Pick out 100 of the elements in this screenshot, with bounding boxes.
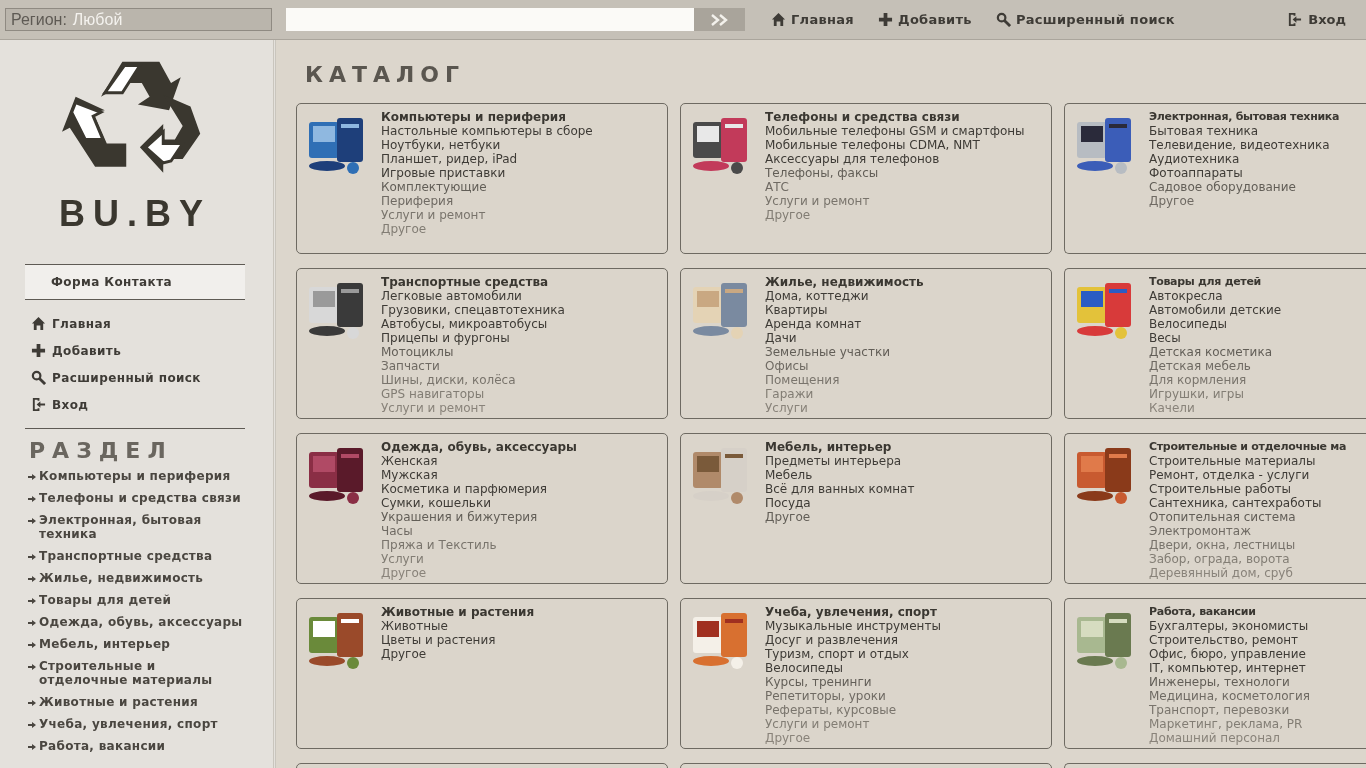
login-link[interactable]: Вход — [1287, 9, 1346, 30]
subcategory-link[interactable]: Велосипеды — [1149, 317, 1282, 331]
section-link[interactable]: Учеба, увлечения, спорт — [25, 717, 245, 731]
section-link[interactable]: Телефоны и средства связи — [25, 491, 245, 505]
subcategory-link[interactable]: Игровые приставки — [381, 166, 593, 180]
contact-form-button[interactable]: Форма Контакта — [25, 264, 245, 300]
section-link[interactable]: Товары для детей — [25, 593, 245, 607]
nav-link[interactable]: Расширенный поиск — [995, 9, 1175, 30]
subcategory-link[interactable]: Украшения и бижутерия — [381, 510, 577, 524]
category-title[interactable]: Товары для детей — [1149, 275, 1282, 289]
subcategory-link[interactable]: Периферия — [381, 194, 593, 208]
nav-link[interactable]: Главная — [771, 9, 854, 30]
category-title[interactable]: Мебель, интерьер — [765, 440, 915, 454]
subcategory-link[interactable]: Планшет, ридер, iPad — [381, 152, 593, 166]
category-title[interactable]: Одежда, обувь, аксессуары — [381, 440, 577, 454]
section-link[interactable]: Транспортные средства — [25, 549, 245, 563]
subcategory-link[interactable]: Бытовая техника — [1149, 124, 1340, 138]
section-link[interactable]: Электронная, бытовая техника — [25, 513, 245, 541]
subcategory-link[interactable]: Женская — [381, 454, 577, 468]
subcategory-link[interactable]: Инженеры, технологи — [1149, 675, 1310, 689]
subcategory-link[interactable]: Велосипеды — [765, 661, 941, 675]
subcategory-link[interactable]: Автомобили детские — [1149, 303, 1282, 317]
subcategory-link[interactable]: Мотоциклы — [381, 345, 565, 359]
subcategory-link[interactable]: Другое — [765, 510, 915, 524]
subcategory-link[interactable]: Дачи — [765, 331, 924, 345]
subcategory-link[interactable]: Музыкальные инструменты — [765, 619, 941, 633]
section-link[interactable]: Работа, вакансии — [25, 739, 245, 753]
section-link[interactable]: Одежда, обувь, аксессуары — [25, 615, 245, 629]
subcategory-link[interactable]: IT, компьютер, интернет — [1149, 661, 1310, 675]
category-title[interactable]: Транспортные средства — [381, 275, 565, 289]
subcategory-link[interactable]: Предметы интерьера — [765, 454, 915, 468]
category-title[interactable]: Электронная, бытовая техника — [1149, 110, 1340, 124]
subcategory-link[interactable]: Строительные работы — [1149, 482, 1347, 496]
subcategory-link[interactable]: Животные — [381, 619, 535, 633]
subcategory-link[interactable]: Сантехника, сантехработы — [1149, 496, 1347, 510]
subcategory-link[interactable]: Фотоаппараты — [1149, 166, 1340, 180]
subcategory-link[interactable]: Офис, бюро, управление — [1149, 647, 1310, 661]
subcategory-link[interactable]: Прицепы и фургоны — [381, 331, 565, 345]
subcategory-link[interactable]: Детская косметика — [1149, 345, 1282, 359]
subcategory-link[interactable]: Аксессуары для телефонов — [765, 152, 1025, 166]
subcategory-link[interactable]: Отопительная система — [1149, 510, 1347, 524]
subcategory-link[interactable]: АТС — [765, 180, 1025, 194]
subcategory-link[interactable]: Цветы и растения — [381, 633, 535, 647]
subcategory-link[interactable]: Другое — [381, 647, 535, 661]
subcategory-link[interactable]: Телевидение, видеотехника — [1149, 138, 1340, 152]
subcategory-link[interactable]: Квартиры — [765, 303, 924, 317]
subcategory-link[interactable]: Весы — [1149, 331, 1282, 345]
subcategory-link[interactable]: Легковые автомобили — [381, 289, 565, 303]
category-title[interactable]: Жилье, недвижимость — [765, 275, 924, 289]
subcategory-link[interactable]: Туризм, спорт и отдых — [765, 647, 941, 661]
subcategory-link[interactable]: Репетиторы, уроки — [765, 689, 941, 703]
search-button[interactable] — [694, 8, 745, 31]
section-link[interactable]: Жилье, недвижимость — [25, 571, 245, 585]
subcategory-link[interactable]: Настольные компьютеры в сборе — [381, 124, 593, 138]
nav-link[interactable]: Добавить — [878, 9, 972, 30]
subcategory-link[interactable]: Медицина, косметология — [1149, 689, 1310, 703]
subcategory-link[interactable]: Посуда — [765, 496, 915, 510]
subcategory-link[interactable]: Строительство, ремонт — [1149, 633, 1310, 647]
subcategory-link[interactable]: Земельные участки — [765, 345, 924, 359]
subcategory-link[interactable]: Другое — [1149, 194, 1340, 208]
sidebar-link[interactable]: Добавить — [25, 337, 245, 364]
section-link[interactable]: Компьютеры и периферия — [25, 469, 245, 483]
category-title[interactable]: Телефоны и средства связи — [765, 110, 1025, 124]
subcategory-link[interactable]: Грузовики, спецавтотехника — [381, 303, 565, 317]
subcategory-link[interactable]: Строительные материалы — [1149, 454, 1347, 468]
subcategory-link[interactable]: Аренда комнат — [765, 317, 924, 331]
subcategory-link[interactable]: Косметика и парфюмерия — [381, 482, 577, 496]
subcategory-link[interactable]: Досуг и развлечения — [765, 633, 941, 647]
category-title[interactable]: Строительные и отделочные ма — [1149, 440, 1347, 454]
subcategory-link[interactable]: Мобильные телефоны CDMA, NMT — [765, 138, 1025, 152]
subcategory-link[interactable]: Мобильные телефоны GSM и смартфоны — [765, 124, 1025, 138]
category-title[interactable]: Компьютеры и периферия — [381, 110, 593, 124]
subcategory-link[interactable]: Телефоны, факсы — [765, 166, 1025, 180]
sidebar-link[interactable]: Вход — [25, 391, 245, 418]
subcategory-link[interactable]: Курсы, тренинги — [765, 675, 941, 689]
sidebar-link[interactable]: Главная — [25, 310, 245, 337]
subcategory-link[interactable]: Автокресла — [1149, 289, 1282, 303]
subcategory-link[interactable]: Ноутбуки, нетбуки — [381, 138, 593, 152]
subcategory-link[interactable]: Бухгалтеры, экономисты — [1149, 619, 1310, 633]
search-field[interactable] — [286, 8, 694, 31]
section-link[interactable]: Строительные и отделочные материалы — [25, 659, 245, 687]
subcategory-link[interactable]: Офисы — [765, 359, 924, 373]
section-link[interactable]: Мебель, интерьер — [25, 637, 245, 651]
subcategory-link[interactable]: Запчасти — [381, 359, 565, 373]
subcategory-link[interactable]: Автобусы, микроавтобусы — [381, 317, 565, 331]
subcategory-link[interactable]: Сумки, кошельки — [381, 496, 577, 510]
subcategory-link[interactable]: Комплектующие — [381, 180, 593, 194]
subcategory-link[interactable]: Садовое оборудование — [1149, 180, 1340, 194]
subcategory-link[interactable]: Электромонтаж — [1149, 524, 1347, 538]
subcategory-link[interactable]: Мужская — [381, 468, 577, 482]
subcategory-link[interactable]: Часы — [381, 524, 577, 538]
subcategory-link[interactable]: Всё для ванных комнат — [765, 482, 915, 496]
sidebar-link[interactable]: Расширенный поиск — [25, 364, 245, 391]
subcategory-link[interactable]: Детская мебель — [1149, 359, 1282, 373]
category-title[interactable]: Учеба, увлечения, спорт — [765, 605, 941, 619]
section-link[interactable]: Животные и растения — [25, 695, 245, 709]
subcategory-link[interactable]: Мебель — [765, 468, 915, 482]
subcategory-link[interactable]: Дома, коттеджи — [765, 289, 924, 303]
subcategory-link[interactable]: Ремонт, отделка - услуги — [1149, 468, 1347, 482]
subcategory-link[interactable]: Аудиотехника — [1149, 152, 1340, 166]
